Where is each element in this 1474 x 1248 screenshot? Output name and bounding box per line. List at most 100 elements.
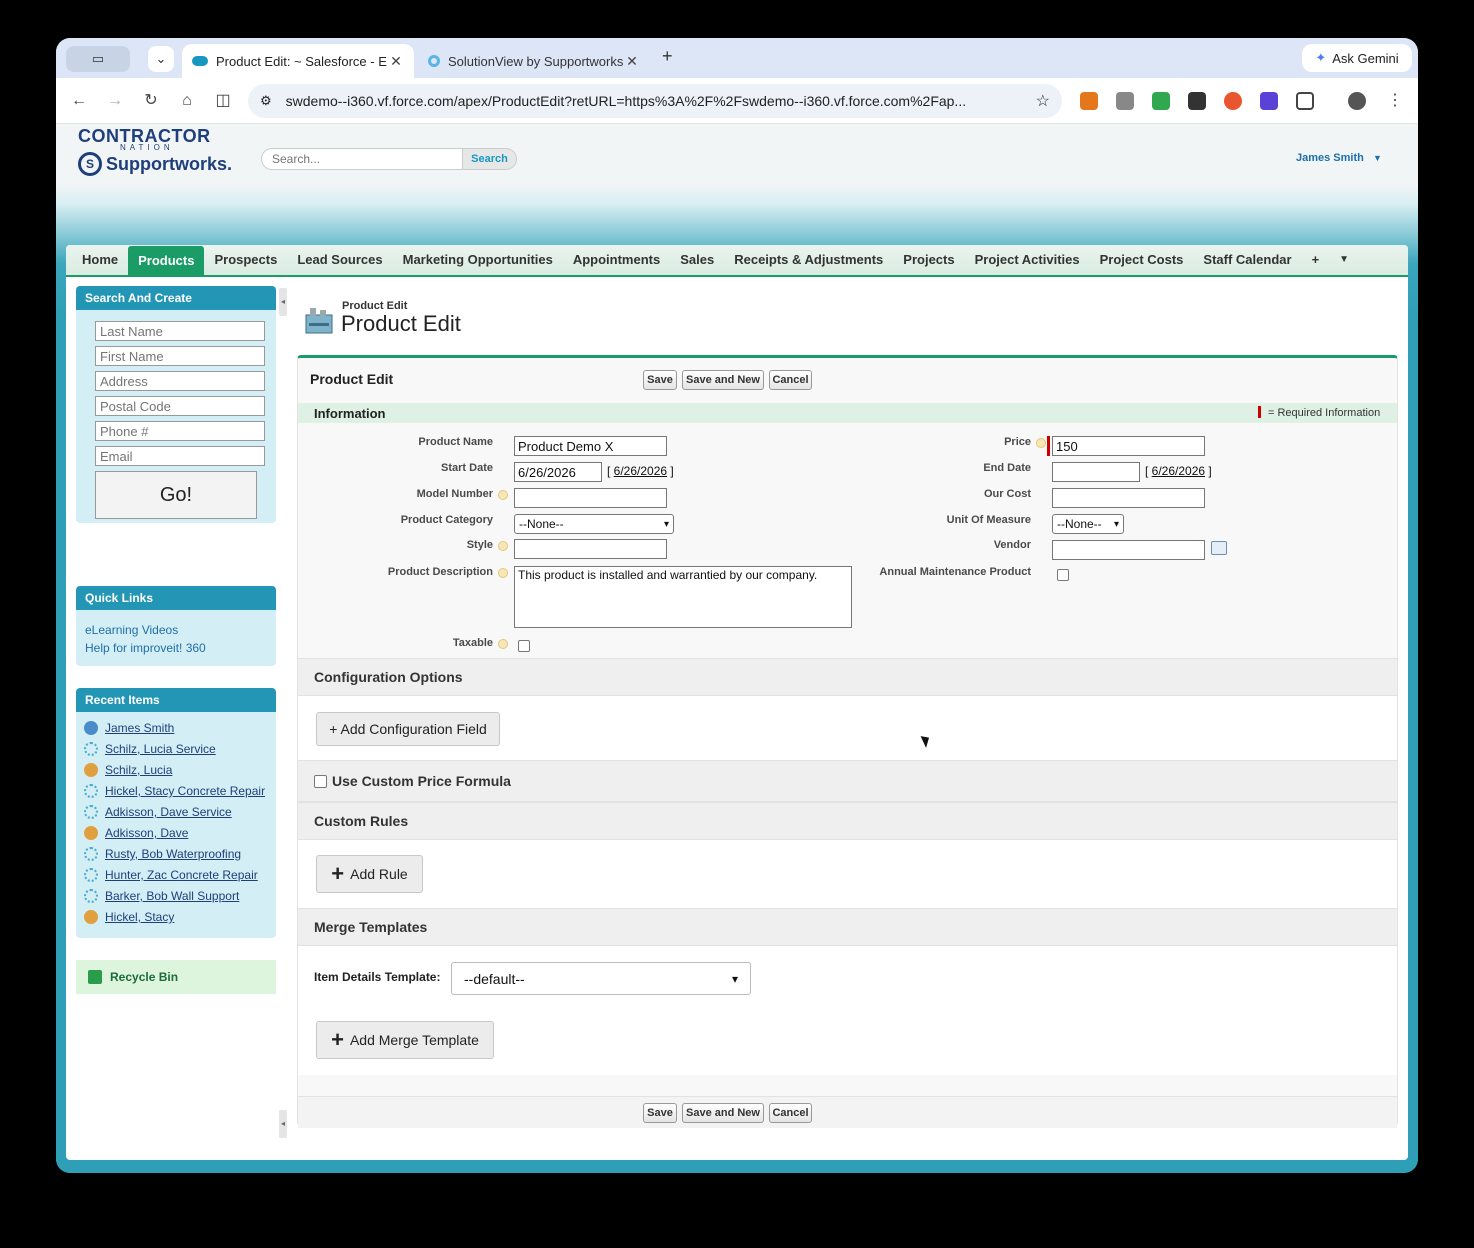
cancel-button-bottom[interactable]: Cancel bbox=[769, 1103, 812, 1123]
phone-input[interactable] bbox=[95, 421, 265, 441]
postal-code-input[interactable] bbox=[95, 396, 265, 416]
go-button[interactable]: Go! bbox=[95, 471, 257, 519]
product-category-select[interactable]: --None-- ▾ bbox=[514, 514, 674, 534]
ask-gemini-label: Ask Gemini bbox=[1332, 50, 1399, 66]
elearning-videos-link[interactable]: eLearning Videos bbox=[85, 623, 178, 637]
pen-extension-icon[interactable] bbox=[1152, 92, 1170, 110]
header-search-button[interactable]: Search bbox=[463, 148, 517, 170]
style-input[interactable] bbox=[514, 539, 667, 559]
profile-avatar[interactable] bbox=[1348, 92, 1366, 110]
product-name-input[interactable] bbox=[514, 436, 667, 456]
unit-of-measure-select[interactable]: --None-- ▾ bbox=[1052, 514, 1124, 534]
vendor-input[interactable] bbox=[1052, 540, 1205, 560]
nav-tab-lead-sources[interactable]: Lead Sources bbox=[287, 246, 392, 274]
s-extension-icon[interactable] bbox=[1188, 92, 1206, 110]
custom-price-formula-checkbox[interactable] bbox=[314, 774, 327, 788]
back-arrow-icon[interactable]: ← bbox=[68, 90, 90, 112]
start-date-input[interactable] bbox=[514, 462, 602, 482]
save-and-new-button-bottom[interactable]: Save and New bbox=[682, 1103, 764, 1123]
merge-templates-header: Merge Templates bbox=[298, 908, 1397, 946]
model-number-input[interactable] bbox=[514, 488, 667, 508]
recycle-bin-link[interactable]: Recycle Bin bbox=[76, 960, 276, 994]
help-icon[interactable] bbox=[498, 639, 508, 649]
start-date-today-link[interactable]: [ 6/26/2026 ] bbox=[607, 464, 674, 478]
save-and-new-button[interactable]: Save and New bbox=[682, 370, 764, 390]
help-icon[interactable] bbox=[498, 490, 508, 500]
close-tab-icon[interactable]: ✕ bbox=[624, 53, 640, 70]
recent-item[interactable]: Rusty, Bob Waterproofing bbox=[84, 845, 241, 863]
product-description-textarea[interactable]: This product is installed and warrantied… bbox=[514, 566, 852, 628]
add-configuration-field-button[interactable]: + Add Configuration Field bbox=[316, 712, 500, 746]
annual-maintenance-checkbox[interactable] bbox=[1057, 569, 1069, 581]
item-details-template-select[interactable]: --default-- ▾ bbox=[451, 962, 751, 995]
nav-tab-appointments[interactable]: Appointments bbox=[563, 246, 670, 274]
taxable-checkbox[interactable] bbox=[518, 640, 530, 652]
profile-switch-icon[interactable]: ▭ bbox=[66, 46, 130, 72]
address-bar[interactable]: ⚙ swdemo--i360.vf.force.com/apex/Product… bbox=[248, 84, 1062, 118]
first-name-input[interactable] bbox=[95, 346, 265, 366]
camera-extension-icon[interactable] bbox=[1116, 92, 1134, 110]
nav-tab-staff-calendar[interactable]: Staff Calendar bbox=[1193, 246, 1301, 274]
nav-tab-project-activities[interactable]: Project Activities bbox=[965, 246, 1090, 274]
nav-tab-prospects[interactable]: Prospects bbox=[204, 246, 287, 274]
last-name-input[interactable] bbox=[95, 321, 265, 341]
reload-icon[interactable]: ↻ bbox=[140, 90, 162, 112]
close-tab-icon[interactable]: ✕ bbox=[388, 53, 404, 70]
nav-tab-sales[interactable]: Sales bbox=[670, 246, 724, 274]
nav-tab-marketing-opportunities[interactable]: Marketing Opportunities bbox=[393, 246, 563, 274]
recent-item[interactable]: Adkisson, Dave bbox=[84, 824, 188, 842]
nav-tab-projects[interactable]: Projects bbox=[893, 246, 964, 274]
recent-item[interactable]: Hickel, Stacy bbox=[84, 908, 174, 926]
forward-arrow-icon[interactable]: → bbox=[104, 90, 126, 112]
help-link[interactable]: Help for improveit! 360 bbox=[85, 641, 206, 655]
recent-item[interactable]: Hunter, Zac Concrete Repair bbox=[84, 866, 258, 884]
help-icon[interactable] bbox=[498, 568, 508, 578]
new-tab-plus-icon[interactable]: + bbox=[662, 46, 673, 67]
contractor-nation-logo[interactable]: CONTRACTOR NATION S Supportworks. bbox=[78, 126, 238, 178]
header-search-input[interactable] bbox=[261, 148, 463, 170]
our-cost-input[interactable] bbox=[1052, 488, 1205, 508]
recent-item[interactable]: Barker, Bob Wall Support bbox=[84, 887, 239, 905]
save-button[interactable]: Save bbox=[643, 370, 677, 390]
tab-search-chevron-icon[interactable]: ⌄ bbox=[148, 46, 174, 72]
help-icon[interactable] bbox=[1036, 438, 1046, 448]
more-menu-icon[interactable]: ⋮ bbox=[1384, 90, 1406, 112]
bookmark-star-icon[interactable]: ☆ bbox=[1036, 91, 1050, 111]
sidebar-collapse-handle-bottom[interactable]: ◂ bbox=[279, 1110, 287, 1138]
site-info-icon[interactable]: ⚙ bbox=[260, 93, 272, 109]
add-tab-plus-icon[interactable]: + bbox=[1302, 246, 1330, 274]
nav-tab-home[interactable]: Home bbox=[72, 246, 128, 274]
tab-solutionview[interactable]: SolutionView by Supportworks ✕ bbox=[418, 44, 650, 78]
browser-window: ▭ ⌄ Product Edit: ~ Salesforce - E ✕ Sol… bbox=[56, 38, 1418, 1173]
nav-tab-products[interactable]: Products bbox=[128, 246, 205, 276]
home-icon[interactable]: ⌂ bbox=[176, 90, 198, 112]
recent-item[interactable]: Schilz, Lucia bbox=[84, 761, 172, 779]
cancel-button[interactable]: Cancel bbox=[769, 370, 812, 390]
recent-item[interactable]: Hickel, Stacy Concrete Repair bbox=[84, 782, 265, 800]
recent-item[interactable]: Adkisson, Dave Service bbox=[84, 803, 232, 821]
reading-mode-icon[interactable]: ◫ bbox=[212, 90, 234, 112]
sidebar-collapse-handle[interactable]: ◂ bbox=[279, 288, 287, 316]
more-tabs-caret-icon[interactable]: ▼ bbox=[1329, 246, 1359, 274]
price-input[interactable] bbox=[1052, 436, 1205, 456]
recent-item[interactable]: Schilz, Lucia Service bbox=[84, 740, 216, 758]
nav-tab-receipts-adjustments[interactable]: Receipts & Adjustments bbox=[724, 246, 893, 274]
email-input[interactable] bbox=[95, 446, 265, 466]
ask-gemini-button[interactable]: ✦ Ask Gemini bbox=[1302, 44, 1412, 72]
tab-product-edit[interactable]: Product Edit: ~ Salesforce - E ✕ bbox=[182, 44, 414, 78]
extensions-puzzle-icon[interactable] bbox=[1296, 92, 1314, 110]
chat-extension-icon[interactable] bbox=[1260, 92, 1278, 110]
add-rule-button[interactable]: + Add Rule bbox=[316, 855, 423, 893]
save-button-bottom[interactable]: Save bbox=[643, 1103, 677, 1123]
end-date-input[interactable] bbox=[1052, 462, 1140, 482]
address-input[interactable] bbox=[95, 371, 265, 391]
user-menu[interactable]: James Smith ▼ bbox=[1296, 152, 1382, 164]
help-icon[interactable] bbox=[498, 541, 508, 551]
lookup-magnifier-icon[interactable] bbox=[1211, 541, 1227, 555]
add-merge-template-button[interactable]: + Add Merge Template bbox=[316, 1021, 494, 1059]
nav-tab-project-costs[interactable]: Project Costs bbox=[1090, 246, 1194, 274]
end-date-today-link[interactable]: [ 6/26/2026 ] bbox=[1145, 464, 1212, 478]
metamask-extension-icon[interactable] bbox=[1080, 92, 1098, 110]
burst-extension-icon[interactable] bbox=[1224, 92, 1242, 110]
recent-item[interactable]: James Smith bbox=[84, 719, 174, 737]
